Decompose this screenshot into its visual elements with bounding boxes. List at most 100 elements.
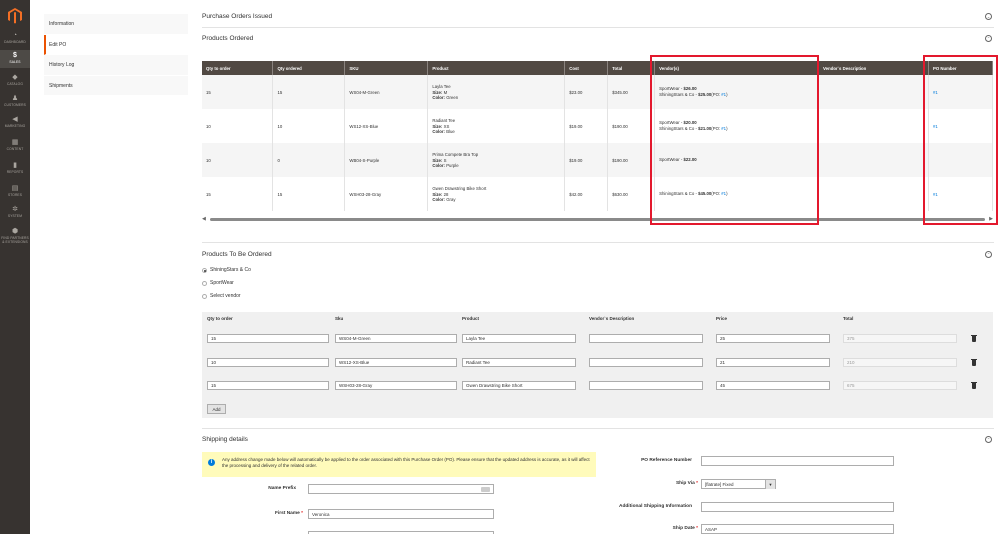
price-input[interactable]: 21 bbox=[716, 358, 830, 367]
label-text: Ship Via bbox=[675, 481, 695, 486]
qty-to-order-cell: 10 bbox=[202, 109, 274, 143]
col-total[interactable]: Total bbox=[607, 61, 656, 75]
vendor-radio-select[interactable]: Select vendor bbox=[202, 293, 241, 299]
color-label: Color: bbox=[432, 163, 447, 168]
trash-icon[interactable] bbox=[971, 381, 977, 389]
section-title-shipping[interactable]: Shipping details bbox=[202, 436, 248, 443]
products-to-order-grid: Qty to order Sku Product Vendor`s Descri… bbox=[202, 312, 993, 418]
radio-unchecked-icon[interactable] bbox=[202, 280, 207, 286]
color-label: Color: bbox=[432, 95, 447, 100]
menu-system[interactable]: ✲ SYSTEM bbox=[0, 206, 30, 222]
col-price: Price bbox=[716, 316, 728, 321]
product-input[interactable]: Gwen Drawstring Bike Short bbox=[462, 381, 576, 390]
additional-shipping-label: Additional Shipping Information bbox=[586, 504, 692, 509]
section-title-to-order[interactable]: Products To Be Ordered bbox=[202, 251, 272, 258]
table-row: 15 15 WS04-M-Green Layla Tee Size: M Col… bbox=[202, 75, 994, 109]
col-product[interactable]: Product bbox=[427, 61, 566, 75]
magento-logo-icon[interactable] bbox=[8, 8, 22, 24]
store-icon: ▤ bbox=[11, 185, 19, 192]
ship-date-label: Ship Date * bbox=[596, 526, 698, 531]
total-cell: $345.00 bbox=[607, 75, 656, 109]
product-name: Gwen Drawstring Bike Short bbox=[432, 186, 487, 191]
color-value: Green bbox=[446, 95, 459, 100]
radio-checked-icon[interactable] bbox=[202, 267, 207, 273]
col-qty-to-order[interactable]: Qty to order bbox=[202, 61, 274, 75]
menu-stores[interactable]: ▤ STORES bbox=[0, 185, 30, 201]
menu-sales[interactable]: $ SALES bbox=[0, 50, 30, 68]
gear-icon: ✲ bbox=[12, 206, 18, 213]
chevron-down-icon: ▼ bbox=[765, 480, 775, 489]
qty-input[interactable]: 10 bbox=[207, 358, 329, 367]
tab-information[interactable]: Information bbox=[44, 14, 188, 35]
menu-dashboard[interactable]: ◔ DASHBOARD bbox=[0, 32, 30, 48]
tab-edit-po[interactable]: Edit PO bbox=[44, 34, 188, 55]
vendor-description-input[interactable] bbox=[589, 334, 703, 343]
vendor-radio-sportwear[interactable]: SportWear bbox=[202, 280, 234, 286]
qty-input[interactable]: 15 bbox=[207, 381, 329, 390]
additional-shipping-input[interactable] bbox=[701, 502, 894, 512]
menu-customers[interactable]: ♟ CUSTOMERS bbox=[0, 95, 30, 111]
required-mark: * bbox=[696, 481, 698, 486]
horizontal-scrollbar[interactable]: ◀ ▶ bbox=[202, 216, 993, 222]
qty-input[interactable]: 15 bbox=[207, 334, 329, 343]
collapse-to-order-icon[interactable]: ⌃ bbox=[985, 251, 992, 258]
col-sku[interactable]: SKU bbox=[344, 61, 429, 75]
products-ordered-table: Qty to order Qty ordered SKU Product Cos… bbox=[202, 61, 994, 211]
label-text: Additional Shipping Information bbox=[618, 504, 692, 509]
box-icon: ◆ bbox=[12, 74, 18, 81]
menu-catalog[interactable]: ◆ CATALOG bbox=[0, 74, 30, 90]
trash-icon[interactable] bbox=[971, 358, 977, 366]
product-name: Layla Tee bbox=[432, 84, 451, 89]
ship-date-input[interactable]: ASAP bbox=[701, 524, 894, 534]
qty-to-order-cell: 15 bbox=[202, 177, 274, 211]
price-input[interactable]: 45 bbox=[716, 381, 830, 390]
tab-shipments[interactable]: Shipments bbox=[44, 75, 188, 96]
first-name-label: First Name * bbox=[216, 511, 303, 516]
cost-cell: $19.00 bbox=[564, 143, 609, 177]
scroll-left-icon[interactable]: ◀ bbox=[202, 216, 206, 222]
col-vendor-description[interactable]: Vendor`s Description bbox=[818, 61, 929, 75]
scroll-thumb[interactable] bbox=[210, 217, 985, 221]
product-input[interactable]: Layla Tee bbox=[462, 334, 576, 343]
collapse-shipping-icon[interactable]: ⌃ bbox=[985, 436, 992, 443]
vendor-description-cell bbox=[818, 177, 929, 211]
menu-reports[interactable]: ▮ REPORTS bbox=[0, 162, 30, 178]
product-input[interactable]: Radiant Tee bbox=[462, 358, 576, 367]
label-text: First Name bbox=[274, 511, 300, 516]
trash-icon[interactable] bbox=[971, 334, 977, 342]
section-title-issued[interactable]: Purchase Orders Issued bbox=[202, 13, 272, 20]
color-line: Color: Purple bbox=[432, 163, 560, 168]
menu-content[interactable]: ▦ CONTENT bbox=[0, 139, 30, 155]
tab-history-log[interactable]: History Log bbox=[44, 55, 188, 76]
product-cell: Layla Tee Size: M Color: Green bbox=[427, 75, 566, 109]
price-input[interactable]: 25 bbox=[716, 334, 830, 343]
first-name-input[interactable]: Veronica bbox=[308, 509, 494, 519]
col-cost[interactable]: Cost bbox=[564, 61, 609, 75]
vendor-description-input[interactable] bbox=[589, 381, 703, 390]
po-reference-input[interactable] bbox=[701, 456, 894, 466]
vendor-description-input[interactable] bbox=[589, 358, 703, 367]
sku-input[interactable]: WS12-XS-Blue bbox=[335, 358, 457, 367]
cost-cell: $42.00 bbox=[564, 177, 609, 211]
radio-label: ShiningStars & Co bbox=[210, 267, 251, 273]
sku-input[interactable]: WSH03-28-Gray bbox=[335, 381, 457, 390]
bar-chart-icon: ▮ bbox=[13, 162, 17, 169]
section-title-ordered[interactable]: Products Ordered bbox=[202, 35, 253, 42]
menu-marketing[interactable]: ◀ MARKETING bbox=[0, 116, 30, 132]
ship-via-select[interactable]: [flatrate] Fixed ▼ bbox=[701, 479, 776, 489]
sku-cell: WS04-M-Green bbox=[344, 75, 429, 109]
collapse-issued-icon[interactable]: ⌄ bbox=[985, 13, 992, 20]
menu-find-partners[interactable]: ⬢ FIND PARTNERS & EXTENSIONS bbox=[0, 228, 30, 250]
color-line: Color: Green bbox=[432, 95, 560, 100]
name-prefix-select[interactable] bbox=[308, 484, 494, 494]
ship-via-label: Ship Via * bbox=[596, 481, 698, 486]
label-text: Ship Date bbox=[672, 526, 695, 531]
color-value: Blue bbox=[446, 129, 455, 134]
radio-unchecked-icon[interactable] bbox=[202, 293, 207, 299]
sku-input[interactable]: WS04-M-Green bbox=[335, 334, 457, 343]
collapse-ordered-icon[interactable]: ⌃ bbox=[985, 35, 992, 42]
add-button[interactable]: Add bbox=[207, 404, 226, 414]
partners-icon: ⬢ bbox=[11, 228, 19, 235]
col-qty-ordered[interactable]: Qty ordered bbox=[272, 61, 346, 75]
vendor-radio-shiningstars[interactable]: ShiningStars & Co bbox=[202, 267, 251, 273]
